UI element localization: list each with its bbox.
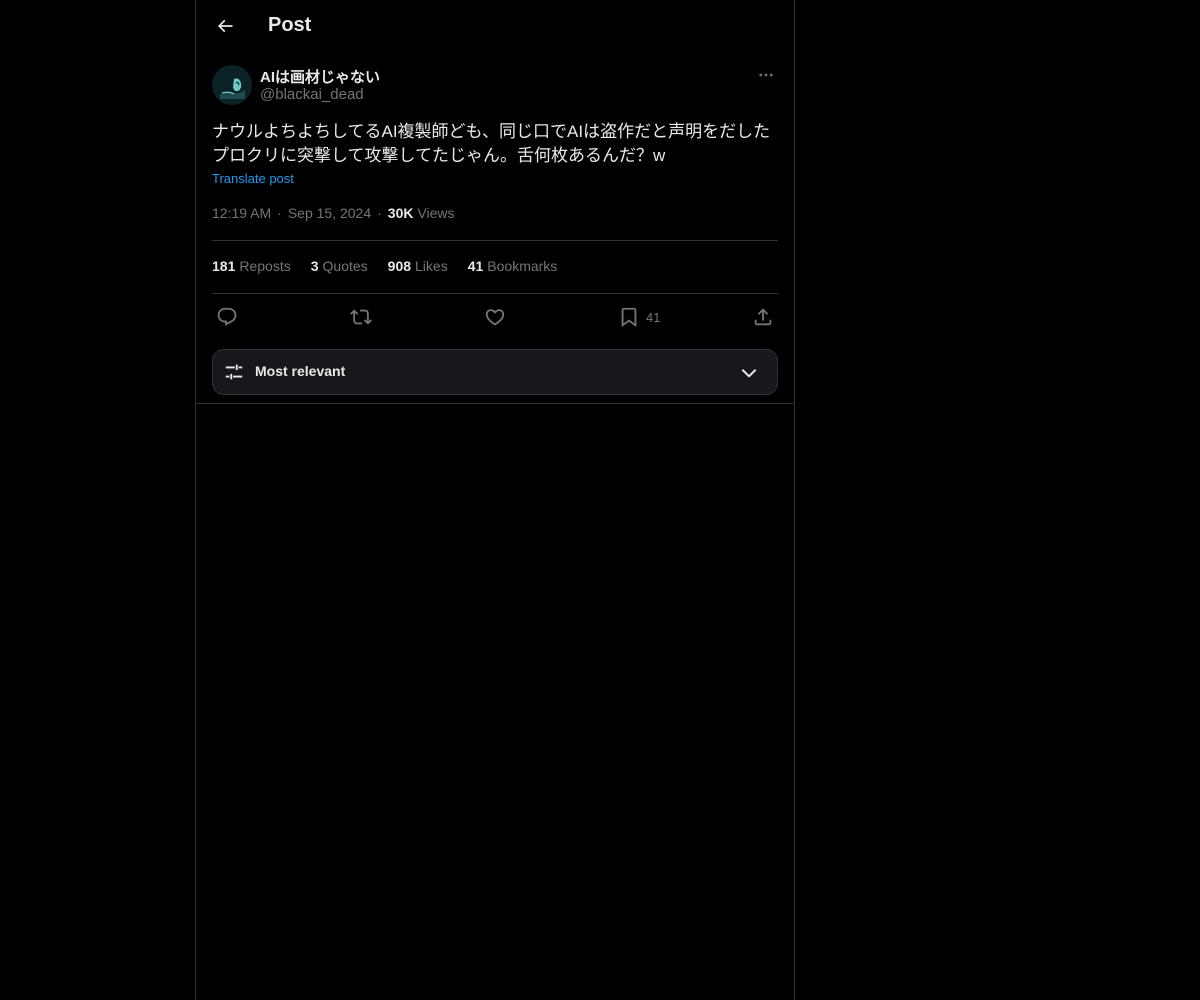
quotes-count: 3: [310, 258, 319, 274]
quotes-stat[interactable]: 3 Quotes: [311, 258, 368, 274]
like-button[interactable]: [484, 304, 506, 330]
main-column: Post AIは画材じゃない @blackai_dead ナウルよちよちしてるA…: [195, 0, 795, 1000]
action-bar: 41: [212, 304, 778, 330]
author-display-name[interactable]: AIは画材じゃない: [260, 66, 380, 87]
sliders-icon: [225, 364, 243, 380]
bookmarks-stat[interactable]: 41 Bookmarks: [468, 258, 558, 274]
likes-stat[interactable]: 908 Likes: [388, 258, 448, 274]
repost-icon: [350, 309, 372, 325]
bookmarks-count: 41: [467, 258, 484, 274]
bookmark-icon: [621, 307, 637, 328]
repost-button[interactable]: [350, 304, 372, 330]
likes-label: Likes: [415, 258, 448, 274]
heart-icon: [485, 309, 505, 326]
reposts-count: 181: [212, 258, 236, 274]
quotes-label: Quotes: [322, 258, 368, 274]
back-button[interactable]: [208, 9, 242, 43]
avatar[interactable]: [212, 65, 252, 105]
reply-icon: [217, 307, 237, 326]
divider: [196, 403, 794, 404]
translate-post-link[interactable]: Translate post: [212, 171, 294, 186]
views-label: Views: [417, 205, 455, 221]
share-icon: [754, 308, 772, 326]
header: Post: [196, 0, 794, 54]
author-row: AIは画材じゃない @blackai_dead: [212, 64, 778, 108]
avatar-image: [212, 65, 252, 105]
more-horizontal-icon: [759, 73, 773, 77]
reply-button[interactable]: [216, 304, 238, 330]
reposts-stat[interactable]: 181 Reposts: [212, 258, 291, 274]
page-title: Post: [268, 14, 312, 36]
meta-separator: ·: [377, 205, 382, 221]
post-text: ナウルよちよちしてるAI複製師ども、同じ口でAIは盗作だと声明をだした プロクリ…: [212, 122, 771, 165]
meta-separator: ·: [277, 205, 282, 221]
bookmark-button[interactable]: 41: [618, 304, 660, 330]
post-meta: 12:19 AM · Sep 15, 2024 · 30K Views: [212, 205, 454, 221]
divider: [212, 240, 778, 241]
divider: [212, 293, 778, 294]
post-time[interactable]: 12:19 AM: [212, 205, 271, 221]
arrow-left-icon: [217, 19, 233, 33]
reposts-label: Reposts: [239, 258, 291, 274]
bookmark-count: 41: [646, 309, 661, 325]
author-handle[interactable]: @blackai_dead: [260, 86, 364, 103]
sort-replies-dropdown[interactable]: Most relevant: [212, 349, 778, 395]
post-date[interactable]: Sep 15, 2024: [288, 205, 371, 221]
likes-count: 908: [387, 258, 412, 274]
post-stats: 181 Reposts 3 Quotes 908 Likes 41 Bookmarks: [212, 258, 557, 274]
more-options-button[interactable]: [754, 64, 778, 86]
bookmarks-label: Bookmarks: [487, 258, 558, 274]
chevron-down-icon: [741, 368, 757, 378]
views-count: 30K: [387, 205, 414, 221]
post: AIは画材じゃない @blackai_dead ナウルよちよちしてるAI複製師ど…: [212, 64, 778, 395]
sort-label: Most relevant: [255, 363, 346, 379]
share-button[interactable]: [752, 304, 774, 330]
